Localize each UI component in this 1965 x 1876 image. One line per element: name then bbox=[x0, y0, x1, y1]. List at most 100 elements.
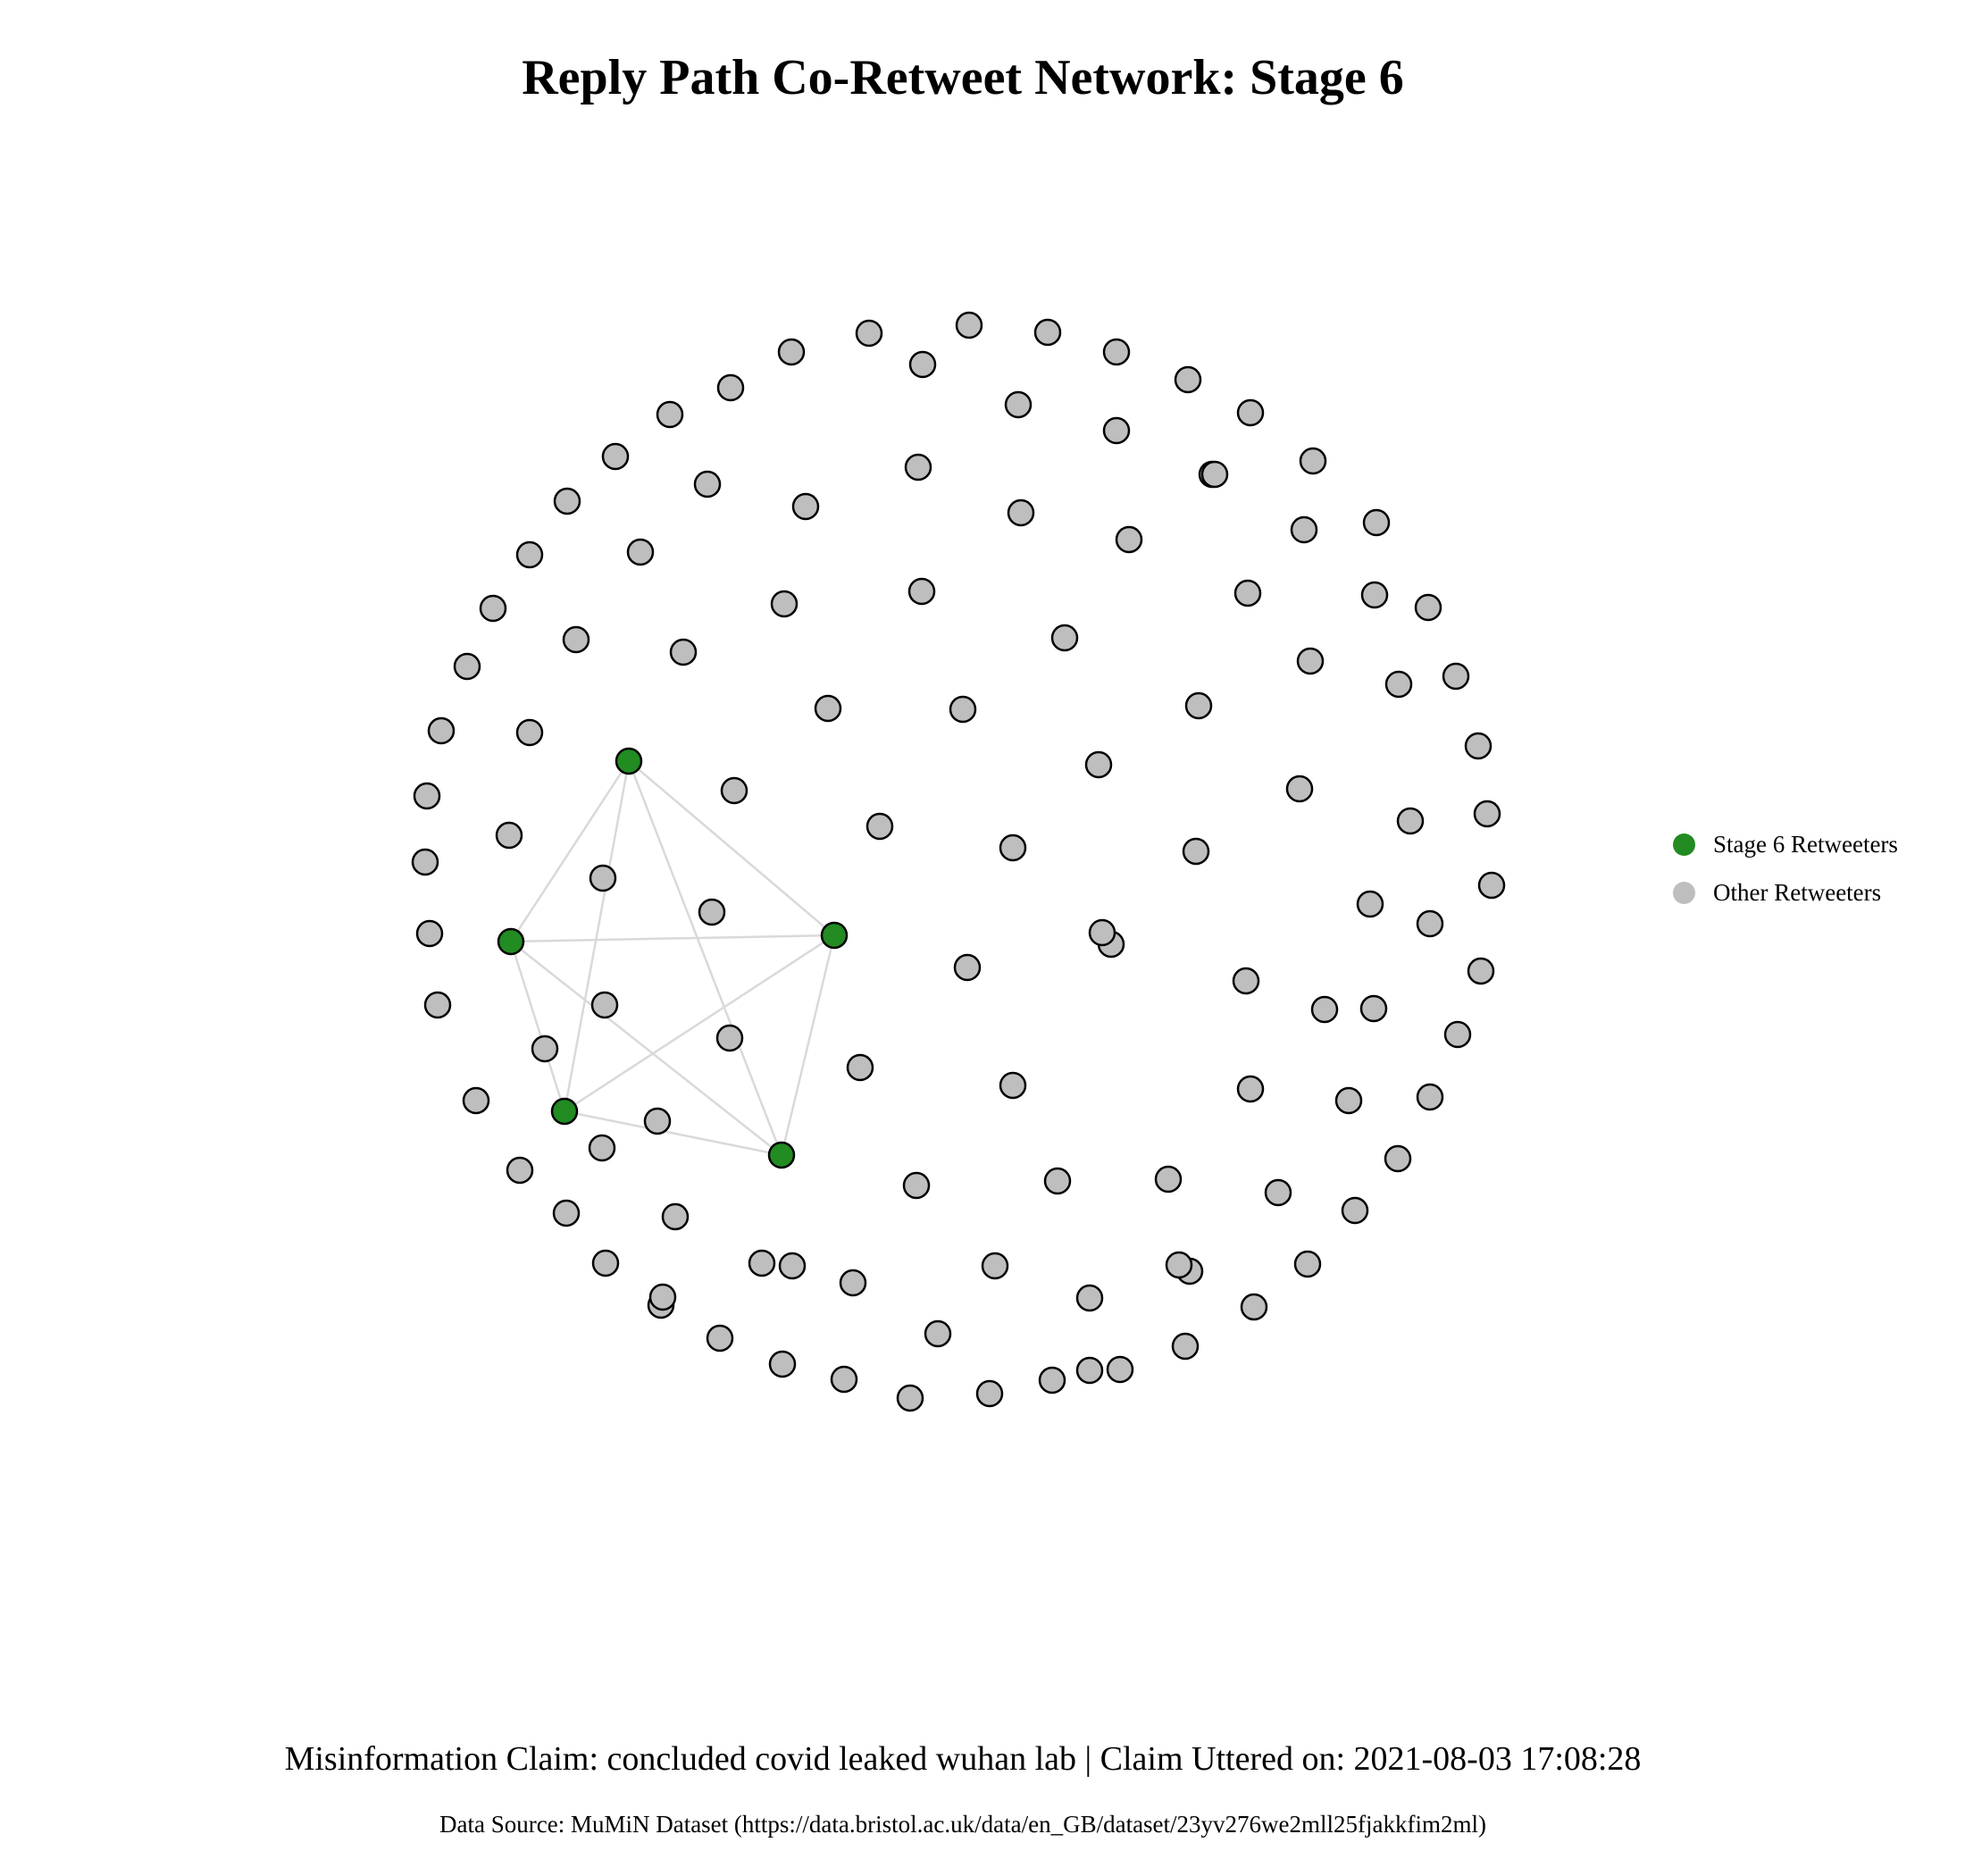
other-retweeter-node bbox=[839, 1269, 867, 1297]
other-retweeter-node bbox=[981, 1252, 1009, 1280]
other-retweeter-node bbox=[955, 311, 983, 339]
other-retweeter-node bbox=[590, 991, 619, 1019]
other-retweeter-node bbox=[975, 1379, 1004, 1408]
other-retweeter-node bbox=[1232, 967, 1260, 995]
other-retweeter-node bbox=[531, 1034, 559, 1063]
other-retweeter-node bbox=[648, 1283, 677, 1311]
other-retweeter-node bbox=[1362, 508, 1391, 537]
other-retweeter-node bbox=[462, 1086, 490, 1115]
other-retweeter-node bbox=[1007, 498, 1035, 527]
other-retweeter-node bbox=[1106, 1355, 1134, 1384]
other-retweeter-node bbox=[552, 1199, 581, 1227]
other-retweeter-node bbox=[1184, 691, 1213, 720]
other-retweeter-node bbox=[777, 338, 806, 366]
other-retweeter-node bbox=[715, 1024, 744, 1052]
other-retweeter-node bbox=[1293, 1250, 1322, 1278]
other-retweeter-node bbox=[770, 590, 799, 618]
other-retweeter-node bbox=[1384, 1144, 1412, 1173]
legend-item-other: Other Retweeters bbox=[1673, 868, 1898, 917]
other-retweeter-node bbox=[1115, 525, 1143, 554]
other-retweeter-node bbox=[1359, 994, 1388, 1023]
co-retweet-edge bbox=[563, 760, 631, 1112]
other-retweeter-node bbox=[814, 694, 842, 723]
stage-retweeter-node bbox=[820, 921, 849, 950]
other-retweeter-node bbox=[1416, 909, 1444, 938]
other-retweeter-node bbox=[515, 718, 544, 747]
other-retweeter-node bbox=[562, 625, 590, 654]
other-retweeter-node bbox=[949, 695, 977, 724]
edge-group bbox=[509, 760, 836, 1157]
other-retweeter-node bbox=[1102, 338, 1131, 366]
other-retweeter-node bbox=[1414, 593, 1442, 622]
other-retweeter-node bbox=[495, 821, 523, 850]
other-retweeter-node bbox=[999, 1071, 1027, 1100]
other-retweeter-node bbox=[423, 991, 452, 1019]
other-retweeter-node bbox=[1290, 515, 1318, 544]
other-retweeter-node bbox=[1236, 1075, 1265, 1103]
other-retweeter-node bbox=[1310, 995, 1339, 1024]
other-retweeter-node bbox=[1296, 647, 1325, 675]
other-retweeter-node bbox=[791, 492, 820, 521]
other-retweeter-node bbox=[1075, 1356, 1104, 1385]
other-retweeter-node bbox=[1264, 1178, 1292, 1207]
legend-other-label: Other Retweeters bbox=[1713, 878, 1882, 906]
co-retweet-edge bbox=[564, 934, 835, 1113]
stage-retweeter-node bbox=[767, 1141, 796, 1169]
other-retweeter-node bbox=[1050, 624, 1079, 652]
other-retweeter-node bbox=[591, 1249, 620, 1277]
other-retweeter-node bbox=[479, 594, 507, 623]
other-retweeter-node bbox=[1171, 1332, 1200, 1361]
other-retweeter-node bbox=[656, 400, 684, 429]
other-retweeter-node bbox=[1360, 581, 1389, 609]
other-retweeter-node bbox=[778, 1252, 807, 1280]
other-retweeter-node bbox=[1443, 1020, 1472, 1049]
other-retweeter-node bbox=[601, 442, 630, 471]
network-graph bbox=[411, 311, 1506, 1412]
co-retweet-edge bbox=[510, 934, 835, 943]
co-retweet-edge bbox=[780, 934, 836, 1156]
other-retweeter-node bbox=[846, 1053, 874, 1082]
other-retweeter-node bbox=[1240, 1293, 1268, 1321]
other-retweeter-node bbox=[589, 864, 617, 892]
other-retweeter-node bbox=[1165, 1251, 1193, 1279]
other-retweeter-node bbox=[1416, 1083, 1444, 1111]
legend-other-dot-icon bbox=[1673, 881, 1695, 904]
other-retweeter-node bbox=[1200, 460, 1229, 489]
other-retweeter-node bbox=[1442, 662, 1470, 691]
other-retweeter-node bbox=[1473, 800, 1501, 828]
other-retweeter-node bbox=[1467, 957, 1495, 985]
other-retweeter-node bbox=[553, 487, 581, 515]
other-retweeter-node bbox=[588, 1134, 616, 1162]
other-retweeter-node bbox=[1356, 890, 1384, 918]
other-retweeter-node bbox=[698, 898, 726, 926]
other-retweeter-node bbox=[999, 833, 1027, 862]
other-retweeter-node bbox=[748, 1249, 776, 1277]
other-retweeter-node bbox=[626, 538, 655, 566]
other-retweeter-node bbox=[427, 716, 456, 745]
other-retweeter-node bbox=[896, 1384, 924, 1412]
legend-stage-label: Stage 6 Retweeters bbox=[1713, 830, 1898, 858]
other-retweeter-node bbox=[1004, 390, 1033, 419]
other-retweeter-node bbox=[1299, 447, 1327, 475]
other-retweeter-node bbox=[693, 470, 722, 498]
legend-stage-dot-icon bbox=[1673, 833, 1695, 856]
other-retweeter-node bbox=[1084, 750, 1113, 779]
claim-caption: Misinformation Claim: concluded covid le… bbox=[284, 1740, 1642, 1778]
other-retweeter-node bbox=[830, 1365, 858, 1394]
other-retweeter-node bbox=[1182, 837, 1210, 866]
stage-retweeter-node bbox=[550, 1097, 579, 1126]
other-retweeter-node bbox=[1396, 807, 1425, 835]
other-retweeter-node bbox=[902, 1171, 931, 1200]
other-retweeter-node bbox=[415, 919, 444, 948]
other-retweeter-node bbox=[1043, 1167, 1072, 1195]
other-retweeter-node bbox=[855, 319, 883, 348]
other-retweeter-node bbox=[1384, 670, 1413, 699]
other-retweeter-node bbox=[1102, 416, 1131, 445]
other-retweeter-node bbox=[661, 1202, 690, 1231]
legend: Stage 6 Retweeters Other Retweeters bbox=[1673, 820, 1898, 917]
stage-retweeter-node bbox=[615, 747, 643, 775]
other-retweeter-node bbox=[865, 812, 894, 841]
other-retweeter-node bbox=[1075, 1284, 1104, 1312]
other-retweeter-node bbox=[1038, 1366, 1066, 1394]
other-retweeter-node bbox=[515, 540, 544, 569]
